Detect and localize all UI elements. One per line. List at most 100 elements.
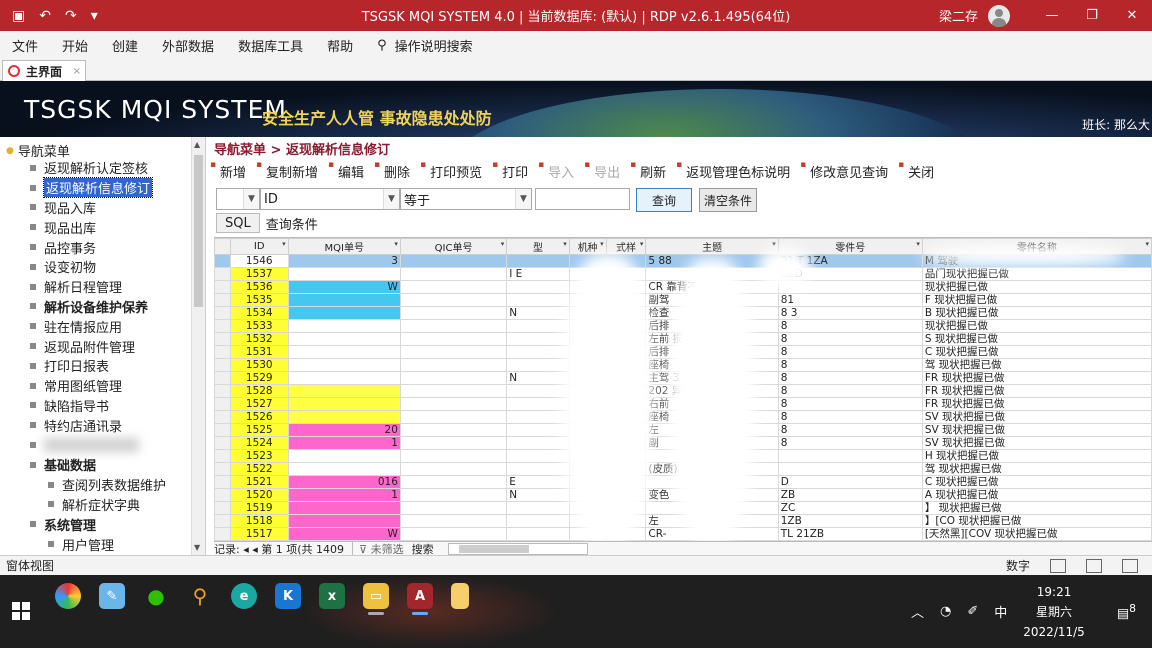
cell-name[interactable]: 现状把握已做	[921, 280, 1152, 294]
sidebar-item[interactable]: 用户管理	[0, 534, 192, 554]
cell-name[interactable]: 品门现状把握已做	[921, 267, 1152, 281]
cell-model[interactable]: N	[506, 371, 570, 385]
cell-qic[interactable]	[399, 410, 508, 424]
cell-qic[interactable]	[399, 488, 508, 502]
scroll-thumb[interactable]	[458, 544, 529, 553]
cell-part[interactable]: 81	[777, 293, 923, 307]
save-icon[interactable]: ▣	[12, 8, 25, 24]
cell-mqi[interactable]	[287, 384, 401, 398]
cell-id[interactable]: 1533	[229, 319, 289, 333]
column-filter-icon[interactable]: ▾	[1145, 240, 1149, 248]
operator-select[interactable]: 等于 ▼	[400, 188, 532, 210]
row-selector[interactable]	[214, 384, 231, 398]
toolbar-button[interactable]: 新增	[208, 160, 254, 181]
cell-id[interactable]: 1530	[229, 358, 289, 372]
network-icon[interactable]: ◔	[940, 604, 951, 619]
cell-mqi[interactable]	[287, 306, 401, 320]
pen-icon[interactable]: ✐	[967, 604, 978, 619]
cell-part[interactable]: 8	[777, 371, 923, 385]
cell-qic[interactable]	[399, 319, 508, 333]
sql-button[interactable]: SQL	[216, 213, 260, 233]
cell-mqi[interactable]	[287, 462, 401, 476]
sidebar-item[interactable]: 查阅列表数据维护	[0, 475, 192, 495]
cell-part[interactable]: 8	[777, 384, 923, 398]
cell-id[interactable]: 1525	[229, 423, 289, 437]
cell-model[interactable]	[506, 254, 570, 268]
menu-help[interactable]: 帮助	[315, 36, 365, 55]
column-header[interactable]: 机种 ▾	[568, 238, 607, 255]
cell-part[interactable]: 1ZB	[777, 514, 923, 528]
cell-model[interactable]	[506, 332, 570, 346]
cell-part[interactable]: ZB	[777, 488, 923, 502]
sidebar-item[interactable]: 基础数据	[0, 455, 192, 475]
cell-name[interactable]: H 现状把握已做	[921, 449, 1152, 463]
cell-part[interactable]: D	[777, 475, 923, 489]
cell-model[interactable]	[506, 423, 570, 437]
restore-button[interactable]: ❐	[1072, 0, 1112, 31]
cell-model[interactable]: I E	[506, 267, 570, 281]
cell-id[interactable]: 1527	[229, 397, 289, 411]
sidebar-item[interactable]: 设变初物	[0, 257, 192, 277]
cell-qic[interactable]	[399, 475, 508, 489]
row-selector[interactable]	[214, 501, 231, 515]
menu-home[interactable]: 开始	[50, 36, 100, 55]
cell-mqi[interactable]: 20	[287, 423, 401, 437]
minimize-button[interactable]: —	[1032, 0, 1072, 31]
cell-name[interactable]: SV 现状把握已做	[921, 423, 1152, 437]
cell-model[interactable]	[506, 397, 570, 411]
cell-name[interactable]: SV 现状把握已做	[921, 410, 1152, 424]
cell-id[interactable]: 1536	[229, 280, 289, 294]
cell-model[interactable]: N	[506, 488, 570, 502]
cell-qic[interactable]	[399, 332, 508, 346]
cell-mqi[interactable]	[287, 293, 401, 307]
cell-mqi[interactable]: 1	[287, 436, 401, 450]
cell-qic[interactable]	[399, 293, 508, 307]
search-app-icon[interactable]: ⚲	[187, 583, 213, 609]
cell-id[interactable]: 1521	[229, 475, 289, 489]
cell-mqi[interactable]	[287, 371, 401, 385]
row-selector[interactable]	[214, 397, 231, 411]
cell-id[interactable]: 1528	[229, 384, 289, 398]
sidebar-item[interactable]: 解析症状字典	[0, 495, 192, 515]
form-view-icon[interactable]	[1050, 558, 1066, 573]
cell-mqi[interactable]: 3	[287, 254, 401, 268]
toolbar-button[interactable]: 打印	[490, 160, 536, 181]
column-header[interactable]: 主题 ▾	[645, 238, 779, 255]
menu-create[interactable]: 创建	[100, 36, 150, 55]
toolbar-button[interactable]: 关闭	[896, 160, 942, 181]
cell-mqi[interactable]	[287, 267, 401, 281]
cell-model[interactable]: N	[506, 306, 570, 320]
sidebar-item[interactable]: 特约店通讯录	[0, 415, 192, 435]
column-filter-icon[interactable]: ▾	[501, 240, 505, 248]
cell-qic[interactable]	[399, 527, 508, 541]
cell-part[interactable]: 8 3	[777, 306, 923, 320]
sidebar-scrollbar[interactable]: ▲ ▼	[191, 137, 205, 555]
sidebar-item[interactable]: 解析日程管理	[0, 277, 192, 297]
row-selector[interactable]	[214, 449, 231, 463]
table-row[interactable]: 1517 W CR- TL 21ZB [天然黑][COV 现状把握已做	[214, 527, 1152, 541]
row-selector[interactable]	[214, 475, 231, 489]
cell-part[interactable]: 8	[777, 410, 923, 424]
k-app-icon[interactable]: K	[275, 583, 301, 609]
cell-name[interactable]: C 现状把握已做	[921, 345, 1152, 359]
cell-qic[interactable]	[399, 254, 508, 268]
cell-qic[interactable]	[399, 397, 508, 411]
toolbar-button[interactable]: 导出	[582, 160, 628, 181]
row-selector[interactable]	[214, 332, 231, 346]
cell-name[interactable]: FR 现状把握已做	[921, 384, 1152, 398]
sidebar-item[interactable]: 常用图纸管理	[0, 376, 192, 396]
windows-start-icon[interactable]	[12, 602, 30, 620]
scroll-down-icon[interactable]: ▼	[194, 543, 200, 552]
sidebar-item[interactable]: 系统管理	[0, 514, 192, 534]
cell-id[interactable]: 1518	[229, 514, 289, 528]
row-selector[interactable]	[214, 306, 231, 320]
cell-name[interactable]: 驾 现状把握已做	[921, 358, 1152, 372]
column-filter-icon[interactable]: ▾	[640, 240, 644, 248]
cell-part[interactable]: 8	[777, 332, 923, 346]
sidebar-item[interactable]: 返现解析信息修订	[0, 177, 192, 199]
cell-mqi[interactable]: 1	[287, 488, 401, 502]
cell-qic[interactable]	[399, 423, 508, 437]
row-selector[interactable]	[214, 371, 231, 385]
row-selector[interactable]	[214, 345, 231, 359]
cell-part[interactable]: ZC	[777, 501, 923, 515]
